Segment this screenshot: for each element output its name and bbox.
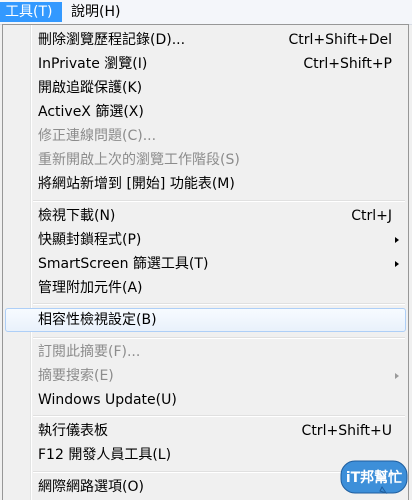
menu-item-shortcut: Ctrl+Shift+U — [301, 423, 392, 439]
menu-item-label: 執行儀表板 — [38, 423, 108, 439]
menu-item-label: 開啟追蹤保護(K) — [38, 80, 143, 96]
menu-item-inprivate[interactable]: InPrivate 瀏覽(I) Ctrl+Shift+P — [5, 52, 406, 76]
menu-item-shortcut: Ctrl+Shift+P — [303, 56, 392, 72]
menu-item-label: 網際網路選項(O) — [38, 479, 144, 495]
menu-item-label: 相容性檢視設定(B) — [38, 312, 157, 328]
menu-item-shortcut: Ctrl+Shift+Del — [288, 32, 392, 48]
menu-item-add-to-start[interactable]: 將網站新增到 [開始] 功能表(M) — [5, 172, 406, 196]
logo-badge-icon: iT邦幫忙 — [340, 460, 408, 494]
menu-item-label: InPrivate 瀏覽(I) — [38, 56, 148, 72]
menu-item-fix-connection[interactable]: 修正連線問題(C)... — [5, 124, 406, 148]
menu-item-dashboard[interactable]: 執行儀表板 Ctrl+Shift+U — [5, 419, 406, 443]
menu-bar: 工具(T) 說明(H) — [0, 0, 412, 25]
menu-item-label: 檢視下載(N) — [38, 208, 116, 224]
menu-item-label: 管理附加元件(A) — [38, 280, 143, 296]
menu-item-feed-discovery[interactable]: 摘要搜索(E) — [5, 364, 406, 388]
menu-item-label: 刪除瀏覽歷程記錄(D)... — [38, 32, 186, 48]
menu-item-label: 將網站新增到 [開始] 功能表(M) — [38, 176, 235, 192]
menu-tools[interactable]: 工具(T) — [0, 2, 62, 22]
menu-item-label: 修正連線問題(C)... — [38, 128, 157, 144]
menu-item-popup-blocker[interactable]: 快顯封鎖程式(P) — [5, 228, 406, 252]
ithome-watermark-logo: iT邦幫忙 — [340, 460, 408, 494]
menu-item-manage-addons[interactable]: 管理附加元件(A) — [5, 276, 406, 300]
menu-item-subscribe-feed[interactable]: 訂閱此摘要(F)... — [5, 340, 406, 364]
submenu-arrow-icon — [395, 237, 399, 243]
menu-separator — [33, 200, 405, 202]
menu-item-smartscreen[interactable]: SmartScreen 篩選工具(T) — [5, 252, 406, 276]
menu-item-view-downloads[interactable]: 檢視下載(N) Ctrl+J — [5, 204, 406, 228]
submenu-arrow-icon — [395, 373, 399, 379]
menu-separator — [33, 303, 405, 305]
menu-separator — [33, 415, 405, 417]
menu-item-label: ActiveX 篩選(X) — [38, 104, 144, 120]
tools-dropdown-menu: 刪除瀏覽歷程記錄(D)... Ctrl+Shift+Del InPrivate … — [2, 24, 409, 500]
menu-item-tracking-protection[interactable]: 開啟追蹤保護(K) — [5, 76, 406, 100]
menu-item-label: Windows Update(U) — [38, 392, 177, 408]
menu-item-label: 訂閱此摘要(F)... — [38, 344, 141, 360]
menu-separator — [33, 337, 405, 339]
logo-text: iT邦幫忙 — [346, 469, 402, 486]
submenu-arrow-icon — [395, 261, 399, 267]
menu-item-label: 摘要搜索(E) — [38, 368, 114, 384]
menu-item-label: 重新開啟上次的瀏覽工作階段(S) — [38, 152, 240, 168]
menu-item-reopen-session[interactable]: 重新開啟上次的瀏覽工作階段(S) — [5, 148, 406, 172]
menu-item-label: F12 開發人員工具(L) — [38, 447, 172, 463]
menu-item-windows-update[interactable]: Windows Update(U) — [5, 388, 406, 412]
menu-item-activex-filtering[interactable]: ActiveX 篩選(X) — [5, 100, 406, 124]
menu-item-shortcut: Ctrl+J — [351, 208, 392, 224]
menu-item-delete-history[interactable]: 刪除瀏覽歷程記錄(D)... Ctrl+Shift+Del — [5, 28, 406, 52]
menu-help[interactable]: 說明(H) — [66, 2, 130, 22]
menu-item-label: 快顯封鎖程式(P) — [38, 232, 142, 248]
menu-item-compatibility-view[interactable]: 相容性檢視設定(B) — [5, 308, 406, 332]
menu-item-label: SmartScreen 篩選工具(T) — [38, 256, 209, 272]
